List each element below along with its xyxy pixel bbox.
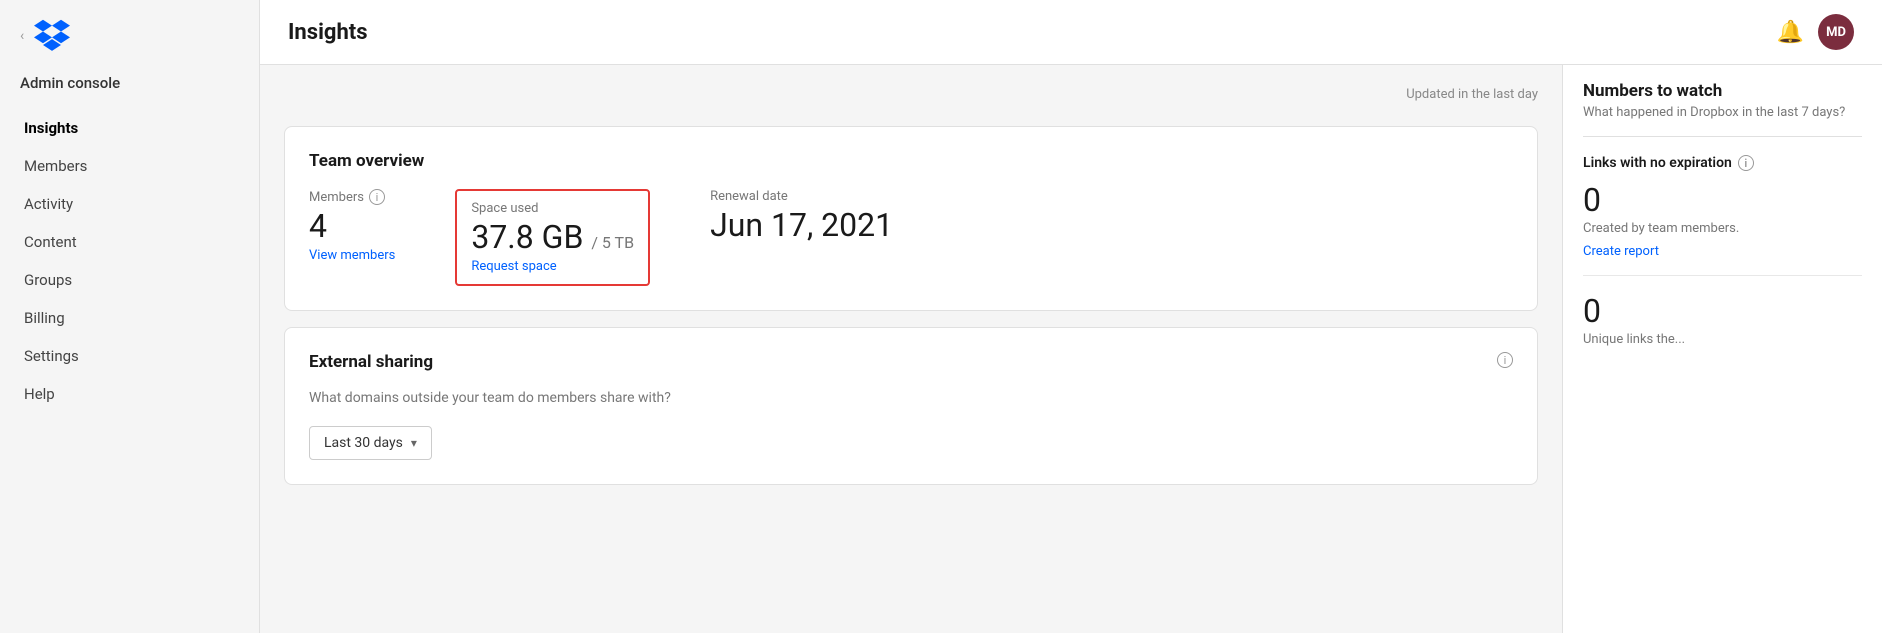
- ntw-subtitle: What happened in Dropbox in the last 7 d…: [1583, 105, 1862, 137]
- create-report-link[interactable]: Create report: [1583, 244, 1659, 259]
- sidebar-item-billing[interactable]: Billing: [12, 300, 247, 336]
- logo-area: ‹: [0, 0, 259, 64]
- sidebar-item-insights[interactable]: Insights: [12, 110, 247, 146]
- space-used-stat: Space used 37.8 GB / 5 TB Request space: [471, 201, 634, 274]
- external-sharing-card: External sharing What domains outside yo…: [284, 327, 1538, 485]
- space-used-label: Space used: [471, 201, 634, 216]
- renewal-stat: Renewal date Jun 17, 2021: [710, 189, 893, 243]
- members-value: 4: [309, 209, 395, 244]
- external-sharing-header: External sharing What domains outside yo…: [309, 352, 1513, 406]
- header-right: 🔔 MD: [1777, 14, 1854, 50]
- links-no-expiration-label: Links with no expiration i: [1583, 155, 1862, 171]
- second-stat-desc: Unique links the...: [1583, 332, 1862, 347]
- sidebar-item-groups[interactable]: Groups: [12, 262, 247, 298]
- chevron-down-icon: ▾: [411, 436, 417, 450]
- sidebar-item-settings[interactable]: Settings: [12, 338, 247, 374]
- space-used-value: 37.8 GB / 5 TB: [471, 220, 634, 255]
- team-overview-card: Team overview Members i 4 View members: [284, 126, 1538, 311]
- ntw-divider: [1583, 275, 1862, 276]
- links-no-expiration-value: 0: [1583, 181, 1862, 219]
- header: Insights 🔔 MD: [260, 0, 1882, 65]
- sidebar-item-help[interactable]: Help: [12, 376, 247, 412]
- space-used-box: Space used 37.8 GB / 5 TB Request space: [455, 189, 650, 286]
- admin-console-label: Admin console: [0, 64, 259, 110]
- dropbox-logo[interactable]: [34, 18, 70, 54]
- dropbox-icon: [34, 18, 70, 54]
- external-sharing-description: What domains outside your team do member…: [309, 390, 671, 406]
- members-info-icon[interactable]: i: [369, 189, 385, 205]
- request-space-link[interactable]: Request space: [471, 259, 634, 274]
- second-stat-value: 0: [1583, 292, 1862, 330]
- content-main: Updated in the last day Team overview Me…: [260, 65, 1562, 633]
- team-overview-grid: Members i 4 View members Space used 37.8…: [309, 189, 1513, 286]
- members-stat: Members i 4 View members: [309, 189, 395, 263]
- time-range-dropdown[interactable]: Last 30 days ▾: [309, 426, 432, 460]
- view-members-link[interactable]: View members: [309, 248, 395, 263]
- dropdown-value: Last 30 days: [324, 435, 403, 451]
- sidebar-item-content[interactable]: Content: [12, 224, 247, 260]
- renewal-value: Jun 17, 2021: [710, 208, 893, 243]
- links-no-expiration-info-icon[interactable]: i: [1738, 155, 1754, 171]
- page-title: Insights: [288, 20, 368, 45]
- updated-timestamp: Updated in the last day: [284, 81, 1538, 110]
- content-area: Updated in the last day Team overview Me…: [260, 65, 1882, 633]
- sidebar: ‹ Admin console Insights Members Activit…: [0, 0, 260, 633]
- space-used-unit: / 5 TB: [591, 233, 634, 252]
- sidebar-item-activity[interactable]: Activity: [12, 186, 247, 222]
- sidebar-item-members[interactable]: Members: [12, 148, 247, 184]
- user-avatar[interactable]: MD: [1818, 14, 1854, 50]
- external-sharing-text-group: External sharing What domains outside yo…: [309, 352, 671, 406]
- notification-bell-icon[interactable]: 🔔: [1777, 20, 1804, 45]
- external-sharing-title: External sharing: [309, 352, 671, 372]
- ntw-title: Numbers to watch: [1583, 81, 1862, 101]
- external-sharing-info-icon[interactable]: i: [1497, 352, 1513, 368]
- main-content: Insights 🔔 MD Updated in the last day Te…: [260, 0, 1882, 633]
- renewal-label: Renewal date: [710, 189, 893, 204]
- links-no-expiration-desc: Created by team members.: [1583, 221, 1862, 236]
- team-overview-title: Team overview: [309, 151, 1513, 171]
- numbers-to-watch-sidebar: Numbers to watch What happened in Dropbo…: [1562, 65, 1882, 633]
- sidebar-collapse-button[interactable]: ‹: [20, 28, 24, 44]
- sidebar-nav: Insights Members Activity Content Groups…: [0, 110, 259, 414]
- members-label: Members i: [309, 189, 395, 205]
